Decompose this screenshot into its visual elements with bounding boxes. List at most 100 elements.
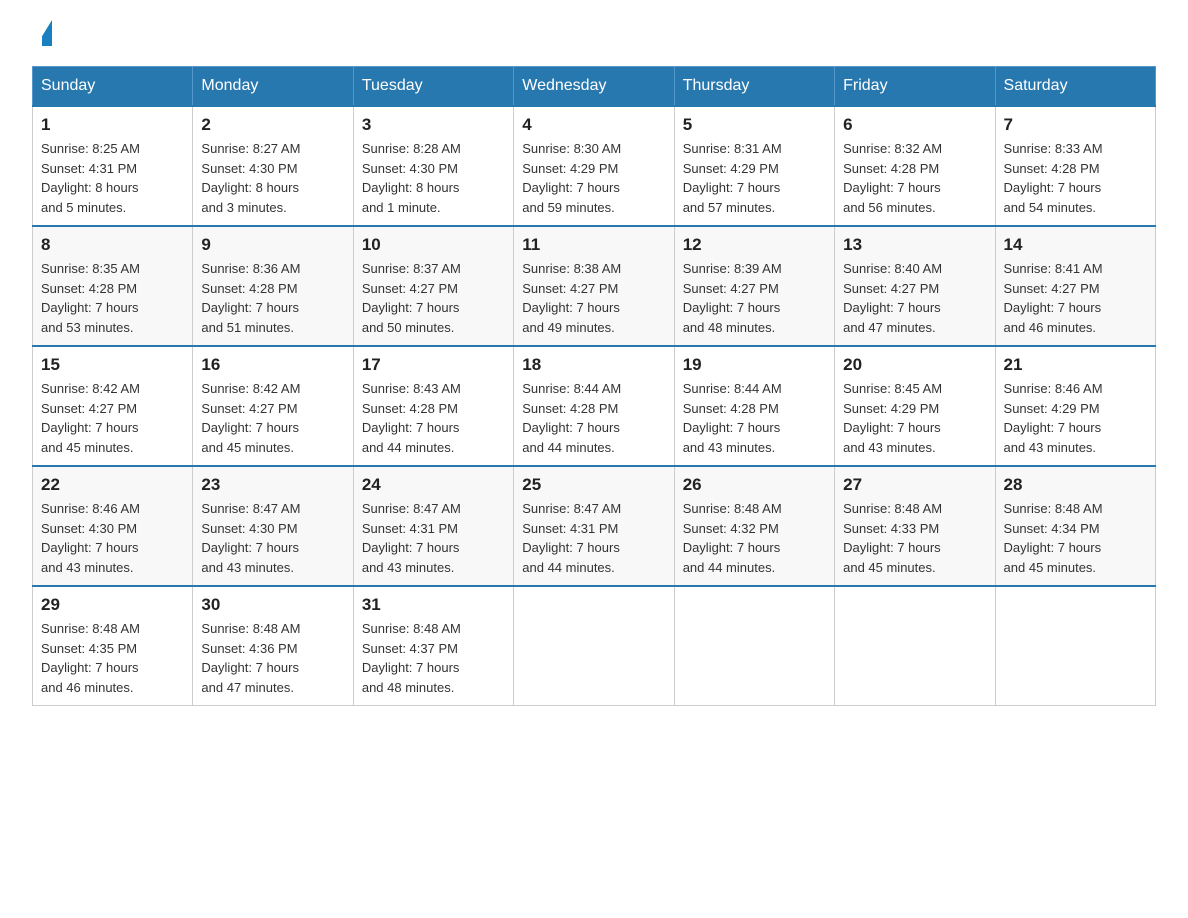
day-number: 15 xyxy=(41,355,184,375)
calendar-cell: 9 Sunrise: 8:36 AM Sunset: 4:28 PM Dayli… xyxy=(193,226,353,346)
day-number: 12 xyxy=(683,235,826,255)
day-number: 31 xyxy=(362,595,505,615)
day-info: Sunrise: 8:38 AM Sunset: 4:27 PM Dayligh… xyxy=(522,259,665,337)
day-number: 8 xyxy=(41,235,184,255)
calendar-cell xyxy=(514,586,674,706)
calendar-cell: 19 Sunrise: 8:44 AM Sunset: 4:28 PM Dayl… xyxy=(674,346,834,466)
day-number: 24 xyxy=(362,475,505,495)
day-info: Sunrise: 8:30 AM Sunset: 4:29 PM Dayligh… xyxy=(522,139,665,217)
day-info: Sunrise: 8:35 AM Sunset: 4:28 PM Dayligh… xyxy=(41,259,184,337)
day-info: Sunrise: 8:42 AM Sunset: 4:27 PM Dayligh… xyxy=(201,379,344,457)
calendar-cell: 11 Sunrise: 8:38 AM Sunset: 4:27 PM Dayl… xyxy=(514,226,674,346)
calendar-cell: 15 Sunrise: 8:42 AM Sunset: 4:27 PM Dayl… xyxy=(33,346,193,466)
day-number: 19 xyxy=(683,355,826,375)
weekday-header-wednesday: Wednesday xyxy=(514,67,674,107)
calendar-cell: 20 Sunrise: 8:45 AM Sunset: 4:29 PM Dayl… xyxy=(835,346,995,466)
calendar-cell xyxy=(674,586,834,706)
calendar-cell xyxy=(835,586,995,706)
calendar-cell: 5 Sunrise: 8:31 AM Sunset: 4:29 PM Dayli… xyxy=(674,106,834,226)
weekday-header-tuesday: Tuesday xyxy=(353,67,513,107)
day-number: 28 xyxy=(1004,475,1147,495)
day-info: Sunrise: 8:39 AM Sunset: 4:27 PM Dayligh… xyxy=(683,259,826,337)
calendar-cell: 10 Sunrise: 8:37 AM Sunset: 4:27 PM Dayl… xyxy=(353,226,513,346)
day-info: Sunrise: 8:47 AM Sunset: 4:31 PM Dayligh… xyxy=(522,499,665,577)
day-info: Sunrise: 8:47 AM Sunset: 4:30 PM Dayligh… xyxy=(201,499,344,577)
week-row-1: 1 Sunrise: 8:25 AM Sunset: 4:31 PM Dayli… xyxy=(33,106,1156,226)
calendar-cell: 26 Sunrise: 8:48 AM Sunset: 4:32 PM Dayl… xyxy=(674,466,834,586)
day-info: Sunrise: 8:46 AM Sunset: 4:30 PM Dayligh… xyxy=(41,499,184,577)
day-info: Sunrise: 8:27 AM Sunset: 4:30 PM Dayligh… xyxy=(201,139,344,217)
day-info: Sunrise: 8:31 AM Sunset: 4:29 PM Dayligh… xyxy=(683,139,826,217)
day-number: 25 xyxy=(522,475,665,495)
calendar-cell: 2 Sunrise: 8:27 AM Sunset: 4:30 PM Dayli… xyxy=(193,106,353,226)
day-info: Sunrise: 8:48 AM Sunset: 4:37 PM Dayligh… xyxy=(362,619,505,697)
day-number: 17 xyxy=(362,355,505,375)
day-info: Sunrise: 8:48 AM Sunset: 4:36 PM Dayligh… xyxy=(201,619,344,697)
week-row-3: 15 Sunrise: 8:42 AM Sunset: 4:27 PM Dayl… xyxy=(33,346,1156,466)
calendar-cell: 16 Sunrise: 8:42 AM Sunset: 4:27 PM Dayl… xyxy=(193,346,353,466)
weekday-header-row: SundayMondayTuesdayWednesdayThursdayFrid… xyxy=(33,67,1156,107)
day-number: 5 xyxy=(683,115,826,135)
calendar-cell: 29 Sunrise: 8:48 AM Sunset: 4:35 PM Dayl… xyxy=(33,586,193,706)
day-info: Sunrise: 8:48 AM Sunset: 4:33 PM Dayligh… xyxy=(843,499,986,577)
weekday-header-saturday: Saturday xyxy=(995,67,1155,107)
day-number: 4 xyxy=(522,115,665,135)
day-number: 18 xyxy=(522,355,665,375)
calendar-cell: 31 Sunrise: 8:48 AM Sunset: 4:37 PM Dayl… xyxy=(353,586,513,706)
calendar-cell: 21 Sunrise: 8:46 AM Sunset: 4:29 PM Dayl… xyxy=(995,346,1155,466)
day-info: Sunrise: 8:25 AM Sunset: 4:31 PM Dayligh… xyxy=(41,139,184,217)
day-info: Sunrise: 8:45 AM Sunset: 4:29 PM Dayligh… xyxy=(843,379,986,457)
day-info: Sunrise: 8:36 AM Sunset: 4:28 PM Dayligh… xyxy=(201,259,344,337)
weekday-header-thursday: Thursday xyxy=(674,67,834,107)
calendar-table: SundayMondayTuesdayWednesdayThursdayFrid… xyxy=(32,66,1156,706)
week-row-2: 8 Sunrise: 8:35 AM Sunset: 4:28 PM Dayli… xyxy=(33,226,1156,346)
day-number: 6 xyxy=(843,115,986,135)
calendar-cell: 13 Sunrise: 8:40 AM Sunset: 4:27 PM Dayl… xyxy=(835,226,995,346)
day-info: Sunrise: 8:28 AM Sunset: 4:30 PM Dayligh… xyxy=(362,139,505,217)
day-number: 29 xyxy=(41,595,184,615)
day-info: Sunrise: 8:42 AM Sunset: 4:27 PM Dayligh… xyxy=(41,379,184,457)
day-info: Sunrise: 8:47 AM Sunset: 4:31 PM Dayligh… xyxy=(362,499,505,577)
calendar-cell: 18 Sunrise: 8:44 AM Sunset: 4:28 PM Dayl… xyxy=(514,346,674,466)
calendar-cell: 14 Sunrise: 8:41 AM Sunset: 4:27 PM Dayl… xyxy=(995,226,1155,346)
day-number: 27 xyxy=(843,475,986,495)
calendar-cell: 7 Sunrise: 8:33 AM Sunset: 4:28 PM Dayli… xyxy=(995,106,1155,226)
day-number: 11 xyxy=(522,235,665,255)
day-number: 23 xyxy=(201,475,344,495)
day-number: 20 xyxy=(843,355,986,375)
calendar-cell: 22 Sunrise: 8:46 AM Sunset: 4:30 PM Dayl… xyxy=(33,466,193,586)
weekday-header-monday: Monday xyxy=(193,67,353,107)
calendar-cell: 28 Sunrise: 8:48 AM Sunset: 4:34 PM Dayl… xyxy=(995,466,1155,586)
calendar-cell: 25 Sunrise: 8:47 AM Sunset: 4:31 PM Dayl… xyxy=(514,466,674,586)
day-info: Sunrise: 8:44 AM Sunset: 4:28 PM Dayligh… xyxy=(522,379,665,457)
day-number: 9 xyxy=(201,235,344,255)
week-row-4: 22 Sunrise: 8:46 AM Sunset: 4:30 PM Dayl… xyxy=(33,466,1156,586)
logo xyxy=(32,24,52,46)
day-info: Sunrise: 8:37 AM Sunset: 4:27 PM Dayligh… xyxy=(362,259,505,337)
calendar-cell: 4 Sunrise: 8:30 AM Sunset: 4:29 PM Dayli… xyxy=(514,106,674,226)
day-number: 2 xyxy=(201,115,344,135)
calendar-cell: 1 Sunrise: 8:25 AM Sunset: 4:31 PM Dayli… xyxy=(33,106,193,226)
day-info: Sunrise: 8:46 AM Sunset: 4:29 PM Dayligh… xyxy=(1004,379,1147,457)
calendar-cell: 8 Sunrise: 8:35 AM Sunset: 4:28 PM Dayli… xyxy=(33,226,193,346)
day-number: 10 xyxy=(362,235,505,255)
day-number: 7 xyxy=(1004,115,1147,135)
week-row-5: 29 Sunrise: 8:48 AM Sunset: 4:35 PM Dayl… xyxy=(33,586,1156,706)
calendar-cell: 17 Sunrise: 8:43 AM Sunset: 4:28 PM Dayl… xyxy=(353,346,513,466)
day-number: 13 xyxy=(843,235,986,255)
day-number: 16 xyxy=(201,355,344,375)
day-number: 1 xyxy=(41,115,184,135)
calendar-cell: 23 Sunrise: 8:47 AM Sunset: 4:30 PM Dayl… xyxy=(193,466,353,586)
day-info: Sunrise: 8:33 AM Sunset: 4:28 PM Dayligh… xyxy=(1004,139,1147,217)
calendar-cell: 27 Sunrise: 8:48 AM Sunset: 4:33 PM Dayl… xyxy=(835,466,995,586)
calendar-cell xyxy=(995,586,1155,706)
day-info: Sunrise: 8:48 AM Sunset: 4:34 PM Dayligh… xyxy=(1004,499,1147,577)
day-number: 26 xyxy=(683,475,826,495)
day-info: Sunrise: 8:43 AM Sunset: 4:28 PM Dayligh… xyxy=(362,379,505,457)
day-info: Sunrise: 8:32 AM Sunset: 4:28 PM Dayligh… xyxy=(843,139,986,217)
day-number: 3 xyxy=(362,115,505,135)
day-info: Sunrise: 8:48 AM Sunset: 4:32 PM Dayligh… xyxy=(683,499,826,577)
day-info: Sunrise: 8:40 AM Sunset: 4:27 PM Dayligh… xyxy=(843,259,986,337)
calendar-cell: 12 Sunrise: 8:39 AM Sunset: 4:27 PM Dayl… xyxy=(674,226,834,346)
calendar-cell: 30 Sunrise: 8:48 AM Sunset: 4:36 PM Dayl… xyxy=(193,586,353,706)
